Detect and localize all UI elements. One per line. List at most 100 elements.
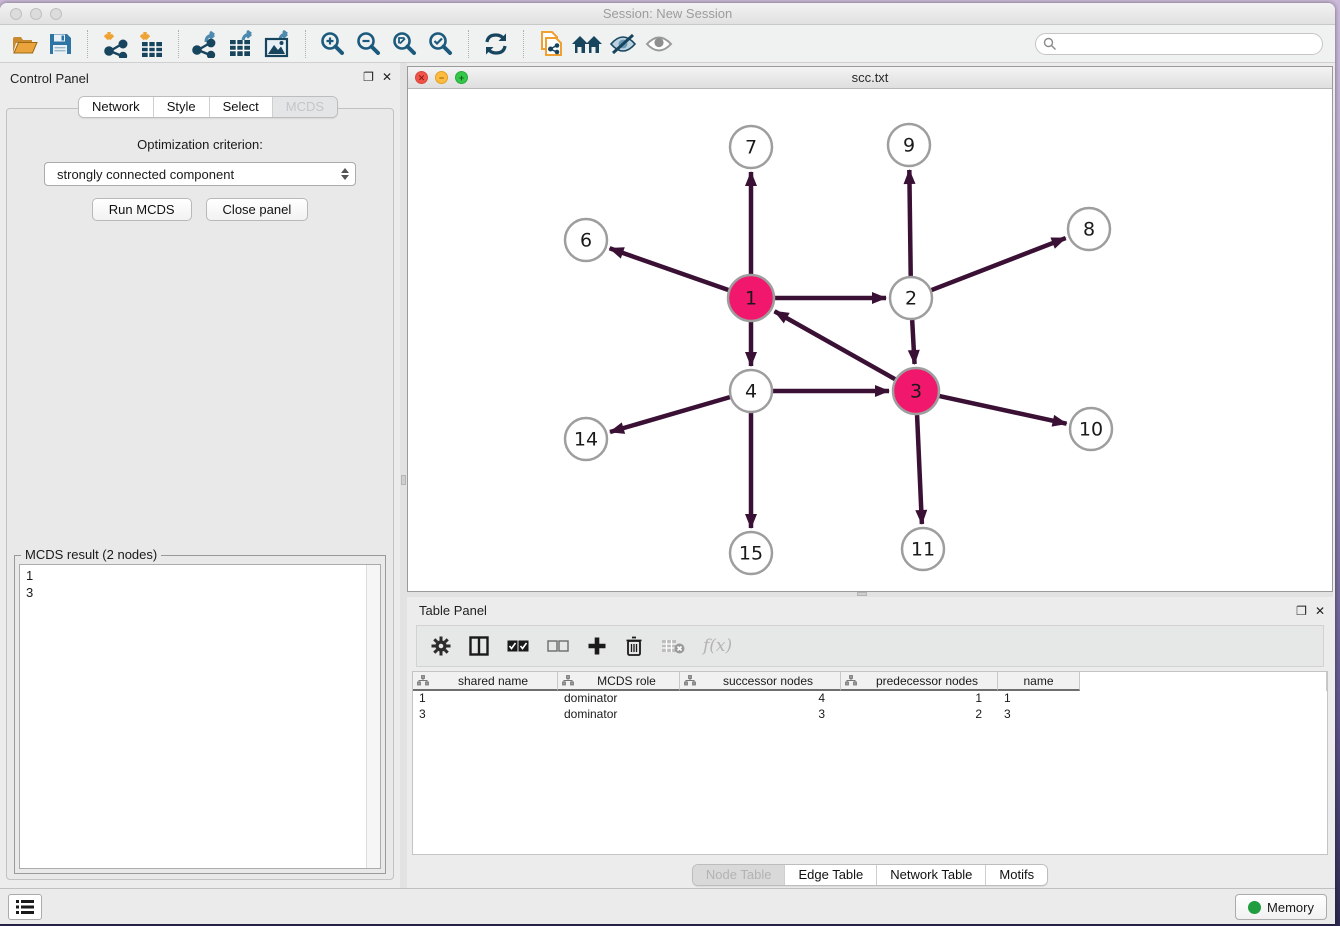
graph-edge-2-8[interactable] <box>932 238 1066 290</box>
graph-node-6[interactable]: 6 <box>565 219 607 261</box>
graph-edge-3-10[interactable] <box>939 396 1066 424</box>
vertical-splitter[interactable] <box>400 63 407 888</box>
search-box[interactable] <box>1035 33 1323 55</box>
table-panel-header: Table Panel ❐ ✕ <box>407 597 1333 623</box>
tab-mcds[interactable]: MCDS <box>273 97 337 117</box>
splitter-grip[interactable] <box>401 475 406 485</box>
network-canvas[interactable]: 7 9 6 8 1 2 4 3 14 10 15 11 <box>408 89 1332 591</box>
show-all-button[interactable] <box>641 28 677 60</box>
export-network-button[interactable] <box>188 28 224 60</box>
graph-edge-2-3[interactable] <box>912 320 914 364</box>
import-table-button[interactable] <box>133 28 169 60</box>
tab-select[interactable]: Select <box>210 97 273 117</box>
graph-edge-2-9[interactable] <box>909 170 910 276</box>
zoom-out-button[interactable] <box>351 28 387 60</box>
add-column-button[interactable] <box>587 634 607 658</box>
tab-network[interactable]: Network <box>79 97 154 117</box>
cell-shared-name: 3 <box>413 707 558 723</box>
memory-button[interactable]: Memory <box>1235 894 1327 920</box>
deselect-all-button[interactable] <box>547 634 569 658</box>
mcds-result-title: MCDS result (2 nodes) <box>21 547 161 562</box>
graph-node-8[interactable]: 8 <box>1068 208 1110 250</box>
mcds-result-area[interactable]: 1 3 <box>19 564 381 869</box>
status-bar: Memory <box>0 888 1335 924</box>
column-header-successor-nodes[interactable]: successor nodes <box>680 672 841 691</box>
float-panel-icon[interactable]: ❐ <box>363 70 374 84</box>
control-panel-header: Control Panel ❐ ✕ <box>0 63 400 93</box>
hide-selected-button[interactable] <box>605 28 641 60</box>
clone-network-icon <box>538 30 564 58</box>
minimize-window-button[interactable] <box>30 8 42 20</box>
tab-motifs[interactable]: Motifs <box>986 865 1047 885</box>
column-header-name[interactable]: name <box>998 672 1080 691</box>
tab-edge-table[interactable]: Edge Table <box>785 865 877 885</box>
column-header-shared-name[interactable]: shared name <box>413 672 558 691</box>
graph-node-1[interactable]: 1 <box>728 275 774 321</box>
graph-edge-4-14[interactable] <box>610 397 730 432</box>
graph-node-10[interactable]: 10 <box>1070 408 1112 450</box>
graph-node-9[interactable]: 9 <box>888 124 930 166</box>
show-panels-button[interactable] <box>8 894 42 920</box>
tab-node-table[interactable]: Node Table <box>693 865 786 885</box>
function-builder-button[interactable]: f(x) <box>703 634 732 658</box>
tab-style[interactable]: Style <box>154 97 210 117</box>
import-network-button[interactable] <box>97 28 133 60</box>
zoom-out-icon <box>355 30 383 58</box>
graph-node-7[interactable]: 7 <box>730 126 772 168</box>
search-input[interactable] <box>1061 37 1315 51</box>
zoom-window-button[interactable] <box>50 8 62 20</box>
export-table-button[interactable] <box>224 28 260 60</box>
graph-node-15[interactable]: 15 <box>730 532 772 574</box>
graph-node-4[interactable]: 4 <box>730 370 772 412</box>
svg-text:11: 11 <box>911 539 935 561</box>
column-header-mcds-role[interactable]: MCDS role <box>558 672 680 691</box>
zoom-in-button[interactable] <box>315 28 351 60</box>
clone-network-button[interactable] <box>533 28 569 60</box>
delete-column-button[interactable] <box>625 634 643 658</box>
svg-text:8: 8 <box>1083 219 1095 241</box>
close-window-button[interactable] <box>10 8 22 20</box>
graph-node-14[interactable]: 14 <box>565 418 607 460</box>
tab-network-table[interactable]: Network Table <box>877 865 986 885</box>
zoom-fit-button[interactable] <box>387 28 423 60</box>
delete-table-button[interactable] <box>661 634 685 658</box>
column-header-predecessor-nodes[interactable]: predecessor nodes <box>841 672 998 691</box>
network-title: scc.txt <box>408 67 1332 88</box>
trash-icon <box>625 636 643 656</box>
network-maximize-button[interactable]: + <box>455 71 468 84</box>
refresh-button[interactable] <box>478 28 514 60</box>
svg-text:10: 10 <box>1079 419 1103 441</box>
float-panel-icon[interactable]: ❐ <box>1296 604 1307 618</box>
graph-node-11[interactable]: 11 <box>902 528 944 570</box>
table-toolbar: f(x) <box>416 625 1324 667</box>
export-image-button[interactable] <box>260 28 296 60</box>
close-panel-icon[interactable]: ✕ <box>1315 604 1325 618</box>
save-session-button[interactable] <box>42 28 78 60</box>
table-row[interactable]: 3 dominator 3 2 3 <box>413 707 1327 723</box>
eye-icon <box>644 33 674 55</box>
run-mcds-button[interactable]: Run MCDS <box>92 198 192 221</box>
graph-edge-3-1[interactable] <box>775 311 896 379</box>
select-all-button[interactable] <box>507 634 529 658</box>
graph-node-2[interactable]: 2 <box>890 277 932 319</box>
graph-node-3[interactable]: 3 <box>893 368 939 414</box>
mcds-result-groupbox: MCDS result (2 nodes) 1 3 <box>14 555 386 874</box>
open-session-button[interactable] <box>6 28 42 60</box>
criterion-value: strongly connected component <box>57 167 341 182</box>
home-button[interactable] <box>569 28 605 60</box>
table-row[interactable]: 1 dominator 4 1 1 <box>413 691 1327 707</box>
graph-edge-3-11[interactable] <box>917 415 922 524</box>
cell-shared-name: 1 <box>413 691 558 707</box>
toggle-column-button[interactable] <box>469 634 489 658</box>
close-panel-button[interactable]: Close panel <box>206 198 309 221</box>
network-minimize-button[interactable]: − <box>435 71 448 84</box>
graph-edge-1-6[interactable] <box>610 248 729 290</box>
cell-mcds-role: dominator <box>558 707 680 723</box>
criterion-dropdown[interactable]: strongly connected component <box>44 162 356 186</box>
network-close-button[interactable]: ✕ <box>415 71 428 84</box>
close-panel-icon[interactable]: ✕ <box>382 70 392 84</box>
splitter-grip[interactable] <box>857 592 867 596</box>
table-settings-button[interactable] <box>431 634 451 658</box>
result-scrollbar[interactable] <box>366 565 380 868</box>
zoom-selected-button[interactable] <box>423 28 459 60</box>
